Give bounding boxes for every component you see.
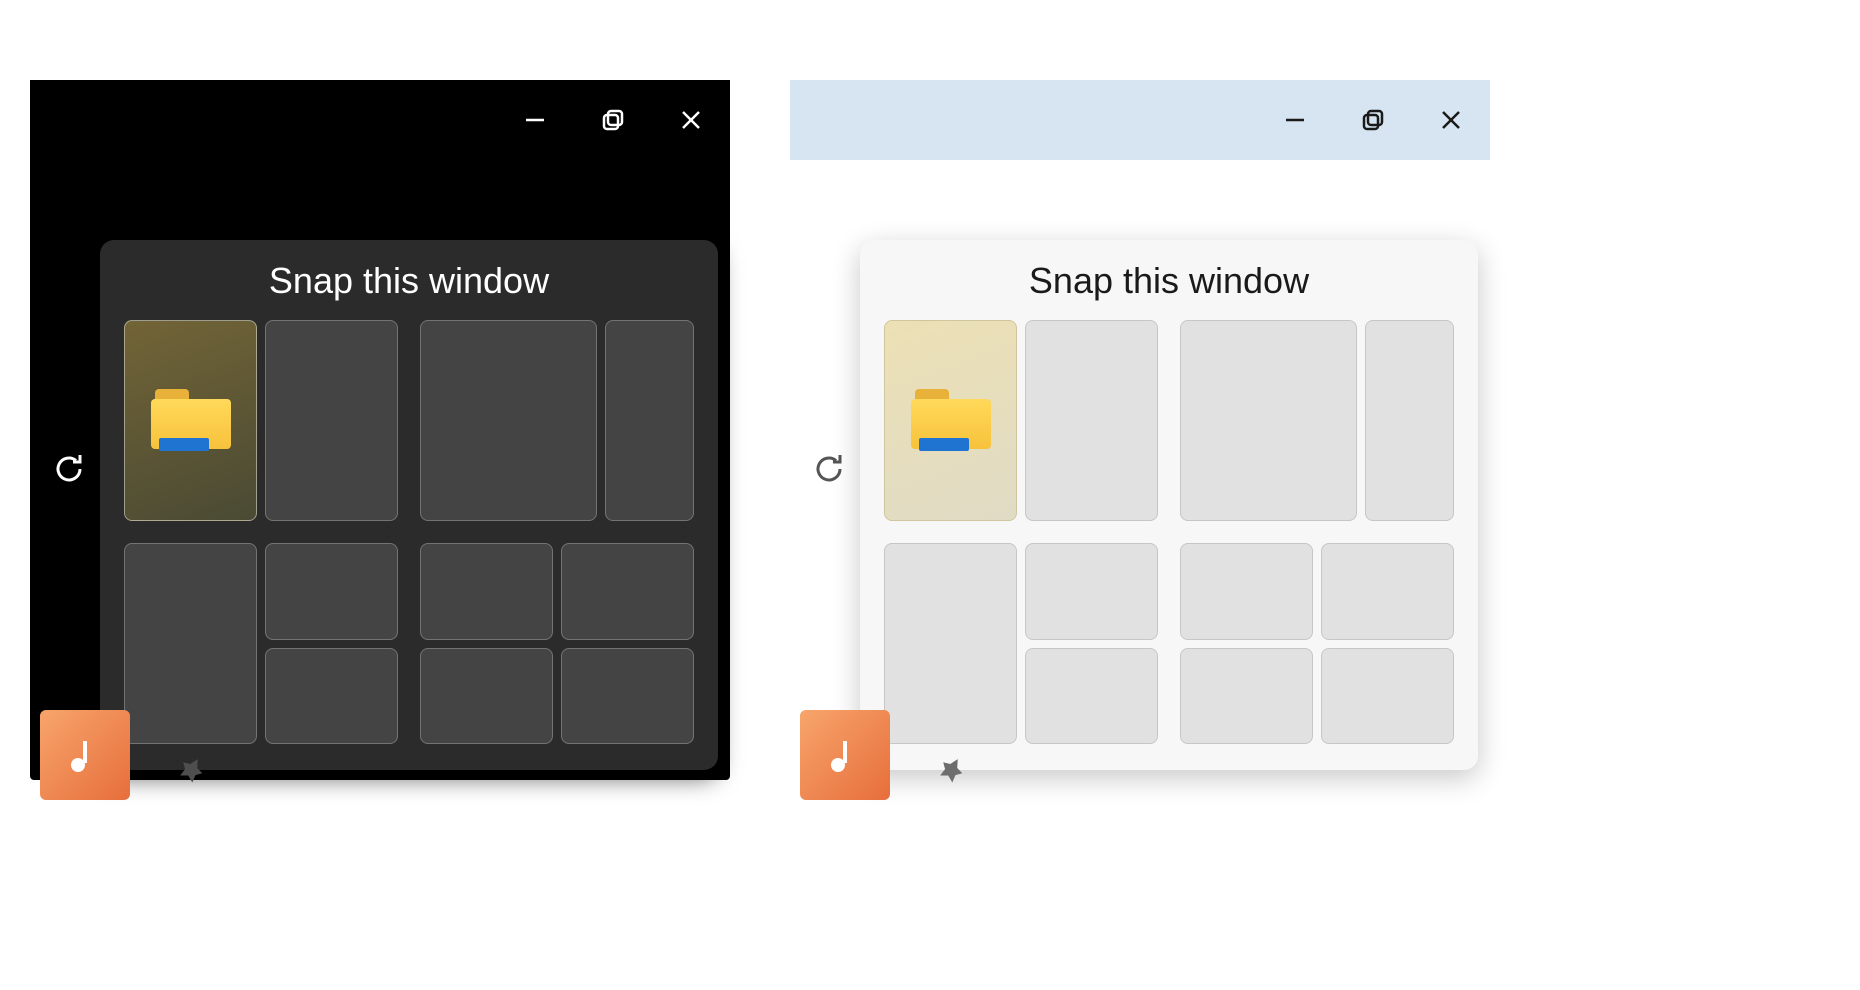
snap-zone-top-right[interactable] — [265, 543, 398, 640]
snap-zone-right-half[interactable] — [265, 320, 398, 521]
snap-zone-q3[interactable] — [420, 648, 553, 745]
snap-layout-one-plus-two[interactable] — [124, 543, 398, 744]
minimize-icon — [1282, 107, 1308, 133]
snap-layout-wide-narrow[interactable] — [420, 320, 694, 521]
title-bar — [790, 80, 1490, 160]
snap-layout-two-halves[interactable] — [124, 320, 398, 521]
snap-zone-narrow[interactable] — [605, 320, 694, 521]
snap-zone-narrow[interactable] — [1365, 320, 1454, 521]
snap-layout-wide-narrow[interactable] — [1180, 320, 1454, 521]
snap-zone-bottom-right[interactable] — [265, 648, 398, 745]
snap-zone-q3[interactable] — [1180, 648, 1313, 745]
snap-flyout-title: Snap this window — [124, 260, 694, 302]
close-button[interactable] — [1412, 80, 1490, 160]
snap-zone-q1[interactable] — [420, 543, 553, 640]
snap-flyout-title: Snap this window — [884, 260, 1454, 302]
close-icon — [678, 107, 704, 133]
snap-zone-q2[interactable] — [1321, 543, 1454, 640]
refresh-icon — [810, 450, 848, 493]
snap-layout-grid — [124, 320, 694, 744]
snap-layout-one-plus-two[interactable] — [884, 543, 1158, 744]
snap-layout-flyout: Snap this window — [860, 240, 1478, 770]
minimize-icon — [522, 107, 548, 133]
music-folder-tile[interactable] — [800, 710, 890, 800]
snap-zone-q4[interactable] — [1321, 648, 1454, 745]
snap-zone-wide[interactable] — [1180, 320, 1357, 521]
window-dark-theme: Snap this window — [30, 80, 730, 780]
music-note-icon — [825, 735, 865, 775]
maximize-restore-icon — [1360, 107, 1386, 133]
snap-layout-quad[interactable] — [420, 543, 694, 744]
music-note-icon — [65, 735, 105, 775]
snap-zone-left-half-selected[interactable] — [884, 320, 1017, 521]
snap-layout-flyout: Snap this window — [100, 240, 718, 770]
window-light-theme: Snap this window — [790, 80, 1490, 780]
snap-zone-left-full[interactable] — [124, 543, 257, 744]
snap-layout-quad[interactable] — [1180, 543, 1454, 744]
snap-layout-two-halves[interactable] — [884, 320, 1158, 521]
snap-zone-left-full[interactable] — [884, 543, 1017, 744]
snap-zone-bottom-right[interactable] — [1025, 648, 1158, 745]
close-icon — [1438, 107, 1464, 133]
file-explorer-icon — [151, 389, 231, 453]
snap-zone-top-right[interactable] — [1025, 543, 1158, 640]
close-button[interactable] — [652, 80, 730, 160]
maximize-restore-icon — [600, 107, 626, 133]
music-folder-tile[interactable] — [40, 710, 130, 800]
maximize-button[interactable] — [1334, 80, 1412, 160]
file-explorer-icon — [911, 389, 991, 453]
title-bar — [30, 80, 730, 160]
minimize-button[interactable] — [1256, 80, 1334, 160]
snap-zone-right-half[interactable] — [1025, 320, 1158, 521]
snap-zone-q2[interactable] — [561, 543, 694, 640]
snap-zone-q4[interactable] — [561, 648, 694, 745]
snap-zone-q1[interactable] — [1180, 543, 1313, 640]
minimize-button[interactable] — [496, 80, 574, 160]
snap-layout-grid — [884, 320, 1454, 744]
maximize-button[interactable] — [574, 80, 652, 160]
snap-zone-wide[interactable] — [420, 320, 597, 521]
refresh-icon — [50, 450, 88, 493]
snap-zone-left-half-selected[interactable] — [124, 320, 257, 521]
